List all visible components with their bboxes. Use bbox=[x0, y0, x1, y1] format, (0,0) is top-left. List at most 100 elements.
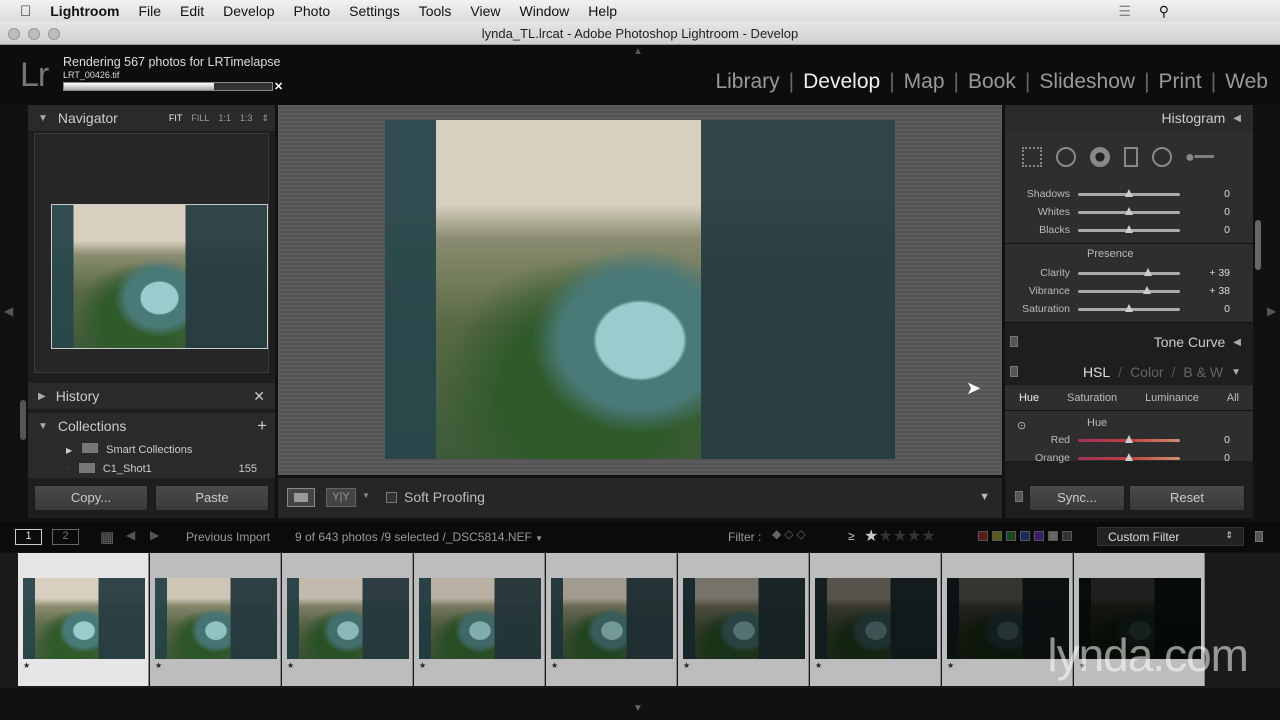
left-panel-scrollbar[interactable] bbox=[20, 400, 26, 440]
filmstrip-thumbnail[interactable]: ★ bbox=[810, 553, 941, 686]
close-window-button[interactable] bbox=[8, 28, 20, 40]
slider-track[interactable] bbox=[1078, 434, 1180, 443]
module-book[interactable]: Book bbox=[968, 70, 1016, 94]
tab-all[interactable]: All bbox=[1227, 392, 1239, 404]
thumbnail-image[interactable] bbox=[419, 578, 541, 659]
tone-curve-header[interactable]: Tone Curve ◀ bbox=[1005, 329, 1253, 355]
slider-value[interactable]: 0 bbox=[1180, 188, 1230, 200]
flag-filter-icons[interactable]: ◆◇◇ bbox=[772, 527, 809, 541]
nav-1-1[interactable]: 1:1 bbox=[218, 113, 231, 124]
menu-view[interactable]: View bbox=[470, 3, 500, 19]
module-slideshow[interactable]: Slideshow bbox=[1039, 70, 1135, 94]
slider-thumb[interactable] bbox=[1143, 285, 1152, 294]
filter-lock-toggle[interactable] bbox=[1255, 531, 1263, 542]
slider-track[interactable] bbox=[1078, 303, 1180, 312]
slider-track[interactable] bbox=[1078, 267, 1180, 276]
slider-thumb[interactable] bbox=[1144, 267, 1153, 276]
slider-saturation[interactable]: Saturation 0 bbox=[1005, 300, 1253, 318]
filmstrip-thumbnail[interactable]: ★ bbox=[678, 553, 809, 686]
apple-icon[interactable]:  bbox=[20, 3, 31, 20]
slider-thumb[interactable] bbox=[1125, 188, 1133, 197]
toolbar-menu-icon[interactable]: ▼ bbox=[979, 491, 990, 503]
module-web[interactable]: Web bbox=[1225, 70, 1268, 94]
nav-fill[interactable]: FILL bbox=[191, 113, 209, 124]
graduated-filter-icon[interactable] bbox=[1124, 147, 1138, 167]
clear-history-icon[interactable]: ✕ bbox=[253, 388, 275, 405]
soft-proofing-checkbox[interactable] bbox=[386, 492, 397, 503]
sync-button[interactable]: Sync... bbox=[1029, 485, 1125, 511]
nav-1-3[interactable]: 1:3 bbox=[240, 113, 253, 124]
filmstrip-thumbnail[interactable]: ★ bbox=[414, 553, 545, 686]
before-after-button[interactable]: Y|Y bbox=[326, 488, 356, 507]
module-library[interactable]: Library bbox=[715, 70, 779, 94]
navigator-preview[interactable] bbox=[34, 133, 269, 373]
top-panel-toggle-icon[interactable]: ▲ bbox=[633, 46, 643, 57]
loupe-view-button[interactable] bbox=[287, 488, 315, 507]
bw-tab[interactable]: B & W bbox=[1183, 364, 1223, 380]
sync-toggle[interactable] bbox=[1015, 491, 1023, 502]
menu-tools[interactable]: Tools bbox=[419, 3, 452, 19]
slider-value[interactable]: 0 bbox=[1180, 452, 1230, 464]
red-eye-icon[interactable] bbox=[1090, 147, 1110, 167]
thumbnail-image[interactable] bbox=[287, 578, 409, 659]
custom-filter-dropdown[interactable]: Custom Filter ⇕ bbox=[1097, 527, 1244, 546]
main-photo[interactable] bbox=[385, 120, 895, 459]
filmstrip-thumbnail[interactable]: ★ bbox=[546, 553, 677, 686]
right-panel-scrollbar[interactable] bbox=[1255, 220, 1261, 270]
module-map[interactable]: Map bbox=[904, 70, 945, 94]
slider-track[interactable] bbox=[1078, 188, 1180, 197]
target-adjust-icon[interactable]: ⊙ bbox=[1017, 419, 1026, 432]
collection-smart[interactable]: ▶ Smart Collections bbox=[66, 443, 275, 463]
left-panel-toggle-icon[interactable]: ◀ bbox=[4, 304, 13, 318]
cancel-render-icon[interactable]: ✕ bbox=[274, 80, 283, 93]
slider-blacks[interactable]: Blacks 0 bbox=[1005, 221, 1253, 239]
main-window-button[interactable]: 1 bbox=[15, 529, 42, 545]
thumbnail-image[interactable] bbox=[155, 578, 277, 659]
slider-orange[interactable]: Orange 0 bbox=[1005, 449, 1253, 467]
menu-settings[interactable]: Settings bbox=[349, 3, 400, 19]
slider-thumb[interactable] bbox=[1125, 206, 1133, 215]
menu-file[interactable]: File bbox=[138, 3, 161, 19]
add-collection-icon[interactable]: + bbox=[257, 416, 275, 436]
tone-curve-toggle[interactable] bbox=[1010, 336, 1018, 347]
slider-track[interactable] bbox=[1078, 452, 1180, 461]
slider-track[interactable] bbox=[1078, 224, 1180, 233]
menu-window[interactable]: Window bbox=[520, 3, 570, 19]
radial-filter-icon[interactable] bbox=[1152, 147, 1172, 167]
menu-app[interactable]: Lightroom bbox=[50, 3, 119, 19]
list-icon[interactable]: ☰ bbox=[1118, 3, 1131, 20]
slider-thumb[interactable] bbox=[1125, 224, 1133, 233]
search-icon[interactable]: ⚲ bbox=[1159, 3, 1169, 20]
slider-whites[interactable]: Whites 0 bbox=[1005, 203, 1253, 221]
slider-value[interactable]: 0 bbox=[1180, 303, 1230, 315]
hsl-header[interactable]: HSL / Color / B & W ▼ bbox=[1005, 359, 1253, 385]
hsl-toggle[interactable] bbox=[1010, 366, 1018, 377]
tab-saturation[interactable]: Saturation bbox=[1067, 392, 1117, 404]
forward-arrow-icon[interactable]: ▶ bbox=[150, 528, 159, 542]
chevron-down-icon[interactable]: ▼ bbox=[362, 491, 370, 500]
slider-thumb[interactable] bbox=[1125, 452, 1133, 461]
menu-photo[interactable]: Photo bbox=[294, 3, 331, 19]
menu-edit[interactable]: Edit bbox=[180, 3, 204, 19]
menu-help[interactable]: Help bbox=[588, 3, 617, 19]
rating-operator[interactable]: ≥ bbox=[848, 529, 855, 543]
module-develop[interactable]: Develop bbox=[803, 70, 880, 94]
slider-value[interactable]: 0 bbox=[1180, 206, 1230, 218]
slider-value[interactable]: 0 bbox=[1180, 434, 1230, 446]
filmstrip-thumbnail[interactable]: ★ bbox=[282, 553, 413, 686]
paste-button[interactable]: Paste bbox=[155, 485, 269, 511]
slider-track[interactable] bbox=[1078, 206, 1180, 215]
slider-thumb[interactable] bbox=[1125, 303, 1133, 312]
second-window-button[interactable]: 2 bbox=[52, 529, 79, 545]
thumbnail-image[interactable] bbox=[23, 578, 145, 659]
photo-count-info[interactable]: 9 of 643 photos /9 selected /_DSC5814.NE… bbox=[295, 530, 543, 544]
rating-filter-stars[interactable]: ★★★★★ bbox=[864, 526, 936, 546]
tab-hue[interactable]: Hue bbox=[1019, 392, 1039, 404]
spot-removal-icon[interactable] bbox=[1056, 147, 1076, 167]
navigator-image[interactable] bbox=[51, 204, 268, 349]
thumbnail-image[interactable] bbox=[551, 578, 673, 659]
slider-track[interactable] bbox=[1078, 285, 1180, 294]
menu-develop[interactable]: Develop bbox=[223, 3, 274, 19]
slider-clarity[interactable]: Clarity + 39 bbox=[1005, 264, 1253, 282]
right-panel-toggle-icon[interactable]: ▶ bbox=[1267, 304, 1276, 318]
